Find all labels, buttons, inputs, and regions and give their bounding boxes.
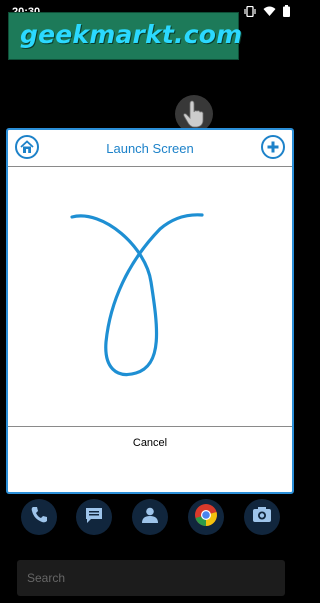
- gesture-drawing-canvas[interactable]: [8, 167, 292, 425]
- chrome-icon: [194, 503, 218, 532]
- gesture-stroke: [70, 213, 204, 377]
- watermark-text: geekmarkt.com: [20, 20, 243, 49]
- add-button[interactable]: [261, 135, 285, 159]
- dialog-title: Launch Screen: [106, 141, 194, 156]
- dialog-footer: Cancel: [8, 426, 292, 493]
- search-bar[interactable]: Search: [17, 560, 285, 596]
- gesture-dialog: Launch Screen Cancel: [6, 128, 294, 494]
- status-icons: [244, 5, 290, 17]
- contacts-icon: [140, 505, 160, 530]
- vibrate-icon: [244, 5, 256, 17]
- dock-app-messages[interactable]: [76, 499, 112, 535]
- dialog-header: Launch Screen: [8, 130, 292, 167]
- camera-icon: [251, 505, 273, 530]
- message-icon: [84, 505, 104, 530]
- cancel-button[interactable]: Cancel: [8, 437, 292, 449]
- watermark: geekmarkt.com: [8, 12, 243, 60]
- phone-icon: [29, 505, 49, 530]
- search-placeholder: Search: [27, 571, 66, 585]
- dock-app-contacts[interactable]: [132, 499, 168, 535]
- dock-app-camera[interactable]: [244, 499, 280, 535]
- dock-app-chrome[interactable]: [188, 499, 224, 535]
- dock-app-phone[interactable]: [21, 499, 57, 535]
- battery-icon: [283, 5, 290, 17]
- wifi-icon: [263, 6, 276, 16]
- app-dock: [0, 499, 300, 539]
